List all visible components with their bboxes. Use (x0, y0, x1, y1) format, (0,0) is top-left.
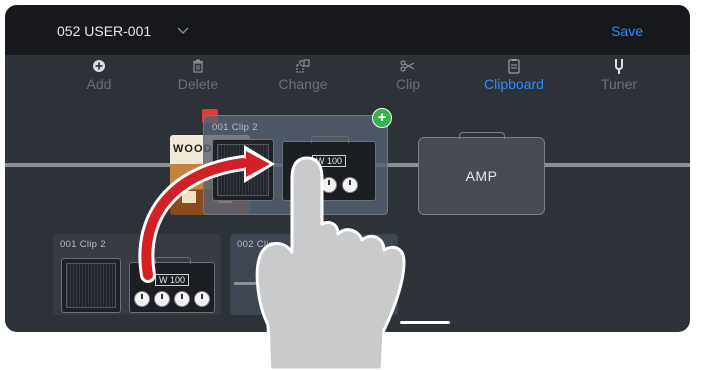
add-tool[interactable]: Add (59, 57, 139, 92)
knob (134, 291, 150, 307)
amp-knobs (283, 177, 375, 193)
clip-label: Clip (395, 76, 421, 92)
amp-head-block: W 100 (129, 257, 215, 313)
knob (194, 291, 210, 307)
chevron-down-icon[interactable] (176, 27, 190, 35)
top-bar: 052 USER-001 Save (5, 5, 690, 55)
clipboard-item-2[interactable]: 002 Clip (230, 234, 398, 315)
amp-handle (459, 132, 505, 139)
tuner-tool[interactable]: Tuner (579, 57, 659, 92)
clipboard-item-title: 001 Clip 2 (60, 239, 106, 250)
window-shape (182, 191, 196, 203)
clipboard-icon (508, 59, 520, 74)
knob (174, 291, 190, 307)
swap-icon (296, 59, 310, 73)
knob (154, 291, 170, 307)
knob (321, 177, 337, 193)
empty-chain-line (234, 282, 384, 285)
clipboard-label: Clipboard (484, 76, 544, 92)
knob (300, 177, 316, 193)
change-tool[interactable]: Change (263, 57, 343, 92)
home-indicator (400, 321, 450, 324)
clipboard-item-title: 002 Clip (237, 239, 275, 250)
add-label: Add (86, 76, 112, 92)
amp-head-block: W 100 (282, 136, 376, 201)
clipboard-item-1[interactable]: 001 Clip 2 W 100 (53, 234, 221, 315)
tuner-label: Tuner (600, 76, 638, 92)
change-label: Change (278, 76, 328, 92)
amp-head-handle (310, 136, 350, 143)
clipboard-tool[interactable]: Clipboard (474, 57, 554, 92)
trash-icon (193, 59, 203, 73)
clip-tool[interactable]: Clip (368, 57, 448, 92)
amp-head-label: W 100 (311, 155, 347, 167)
cabinet-grill (66, 263, 116, 308)
knob (342, 177, 358, 193)
delete-label: Delete (177, 76, 219, 92)
tuning-fork-icon (615, 59, 623, 74)
cabinet-block (61, 258, 121, 313)
dragging-clip-card[interactable]: 001 Clip 2 W 100 (203, 115, 388, 215)
cabinet-grill (217, 144, 269, 196)
amp-knobs (130, 291, 214, 307)
amp-head-label: W 100 (154, 274, 190, 286)
add-badge-icon: + (372, 108, 392, 128)
dragging-clip-title: 001 Clip 2 (212, 122, 258, 133)
preset-name[interactable]: 052 USER-001 (57, 23, 151, 39)
amp-block-label: AMP (465, 168, 498, 184)
scissors-icon (400, 60, 415, 72)
plus-circle-icon (93, 60, 105, 72)
cabinet-block (212, 139, 274, 201)
save-button[interactable]: Save (611, 23, 643, 39)
delete-tool[interactable]: Delete (158, 57, 238, 92)
app-screen: 052 USER-001 Save Add Delete Change Clip… (5, 5, 690, 332)
amp-block[interactable]: AMP (418, 132, 545, 215)
amp-head-handle (155, 257, 191, 264)
